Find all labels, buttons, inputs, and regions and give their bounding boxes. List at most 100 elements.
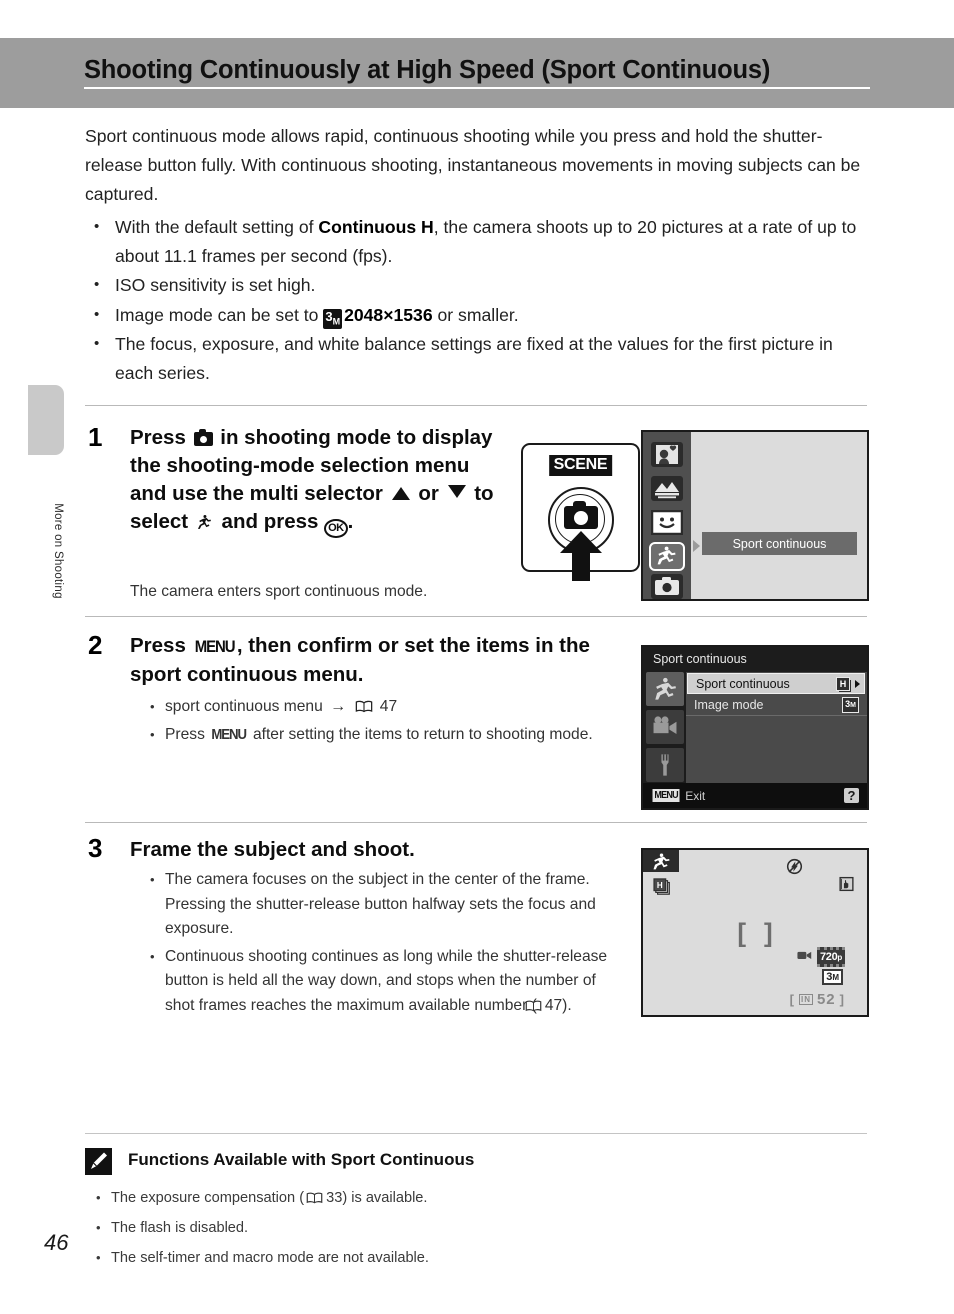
scene-label: SCENE — [548, 455, 613, 476]
book-reference-icon — [355, 697, 373, 713]
sport-tab-icon[interactable] — [646, 672, 684, 706]
step-2-b2-pre: Press — [165, 725, 205, 743]
step-2-b2-post: after setting the items to return to sho… — [252, 725, 593, 743]
menu-button-icon: MENU — [652, 789, 680, 802]
image-mode-3m-icon: 3M — [842, 696, 859, 713]
multi-selector-up-icon — [391, 487, 410, 500]
step-3-heading: Frame the subject and shoot. — [130, 838, 415, 861]
ok-button-icon: OK — [324, 519, 348, 538]
list-item: The camera focuses on the subject in the… — [146, 868, 620, 942]
step-1-heading: Press in shooting mode to display the sh… — [130, 424, 510, 538]
chevron-right-icon — [855, 679, 860, 688]
vibration-reduction-icon — [838, 876, 855, 897]
sport-continuous-icon — [643, 850, 679, 872]
list-item: sport continuous menu → 47 — [146, 695, 626, 720]
shooting-mode-selection-screen: Sport continuous — [641, 430, 869, 601]
list-item: Image mode can be set to 3M2048×1536 or … — [85, 301, 875, 330]
menu-row-sport-continuous[interactable]: Sport continuous H — [687, 673, 865, 694]
step-number-1: 1 — [88, 422, 103, 452]
bullet-text-bold: 2048×1536 — [344, 304, 433, 325]
bullet-text-pre: Image mode can be set to — [115, 304, 324, 325]
movie-tab-icon[interactable] — [646, 710, 684, 744]
mode-selection-caret-icon — [693, 540, 700, 552]
step-2-bullet-list: sport continuous menu → 47 Press MENU af… — [146, 695, 626, 750]
camera-icon — [193, 429, 213, 446]
menu-button-icon: MENU — [194, 637, 235, 656]
movie-resolution-suffix: p — [837, 953, 842, 962]
section-tab-label: More on Shooting — [52, 503, 64, 599]
list-item: The focus, exposure, and white balance s… — [85, 330, 875, 387]
step-2-text-a: Press — [130, 634, 186, 657]
intro-bullet-list: With the default setting of Continuous H… — [85, 213, 875, 388]
note-b1-pre: The exposure compensation ( — [111, 1190, 305, 1206]
note-bullet-list: The exposure compensation ( 33) is avail… — [92, 1186, 792, 1276]
arrow-up-icon — [558, 531, 604, 581]
menu-row-image-mode[interactable]: Image mode 3M — [686, 694, 867, 716]
menu-footer: MENU Exit ? — [643, 783, 867, 808]
list-item: The flash is disabled. — [92, 1216, 792, 1240]
bullet-text-post: or smaller. — [432, 304, 519, 325]
list-item: ISO sensitivity is set high. — [85, 271, 875, 300]
note-b3-pre: The self-timer and macro mode are not av… — [111, 1250, 429, 1266]
page-title: Shooting Continuously at High Speed (Spo… — [84, 56, 771, 84]
note-b1-ref: 33 — [326, 1190, 343, 1206]
step-3-b2-post: ). — [562, 996, 572, 1014]
menu-exit-label: Exit — [685, 788, 706, 803]
step-3-b2-ref: 47 — [544, 996, 563, 1014]
step-1-text-a: Press — [130, 426, 186, 449]
list-item: With the default setting of Continuous H… — [85, 213, 875, 270]
note-divider — [85, 1133, 867, 1134]
list-item: The self-timer and macro mode are not av… — [92, 1246, 792, 1270]
book-reference-icon — [306, 1188, 324, 1204]
svg-text:H: H — [657, 881, 663, 890]
menu-row-label: Image mode — [694, 697, 764, 712]
mode-tooltip-label: Sport continuous — [702, 532, 857, 555]
step-1-text-or: or — [418, 482, 439, 505]
image-mode-3m-icon: 3M — [323, 308, 343, 330]
bullet-text-bold: Continuous H — [318, 217, 434, 237]
help-button-icon[interactable]: ? — [844, 788, 859, 803]
menu-screen-title: Sport continuous — [653, 652, 747, 666]
movie-mode-indicator: 720p — [797, 947, 845, 967]
list-item: Press MENU after setting the items to re… — [146, 723, 626, 748]
mode-icon-rail — [643, 432, 691, 599]
night-landscape-mode-icon[interactable] — [651, 476, 683, 501]
focus-brackets-icon: [ ] — [737, 917, 772, 948]
step-1-subtext: The camera enters sport continuous mode. — [130, 583, 428, 600]
bullet-text-pre: With the default setting of — [115, 217, 319, 237]
continuous-h-icon: H — [653, 878, 673, 901]
step-divider — [85, 405, 867, 406]
arrow-right-icon: → — [330, 698, 347, 715]
shots-remaining-indicator: [ IN 52 ] — [789, 991, 845, 1008]
live-view-screen: H [ ] 720p 3M [ IN 52 ] — [641, 848, 869, 1017]
menu-row-label: Sport continuous — [696, 676, 790, 691]
menu-item-list: Sport continuous H Image mode 3M — [686, 672, 867, 783]
continuous-h-icon: H — [836, 676, 850, 691]
portrait-mode-icon[interactable] — [651, 442, 683, 467]
step-divider — [85, 616, 867, 617]
note-b1-post: ) is available. — [342, 1190, 428, 1206]
sport-continuous-mode-icon[interactable] — [649, 542, 685, 571]
section-tab-block — [28, 385, 64, 455]
shots-remaining-value: 52 — [816, 991, 836, 1008]
pencil-note-icon — [85, 1148, 112, 1175]
step-2-b1-text: sport continuous menu — [165, 698, 323, 715]
intro-paragraph: Sport continuous mode allows rapid, cont… — [85, 126, 861, 204]
step-number-2: 2 — [88, 630, 103, 660]
multi-selector-down-icon — [447, 485, 466, 498]
setup-tab-icon[interactable] — [646, 748, 684, 782]
sport-continuous-menu-screen: Sport continuous Sport continuous H Imag… — [641, 645, 869, 810]
bullet-text-pre: The focus, exposure, and white balance s… — [115, 334, 833, 383]
book-reference-icon — [525, 996, 543, 1011]
step-2-heading: Press MENU, then confirm or set the item… — [130, 632, 620, 689]
note-title: Functions Available with Sport Continuou… — [128, 1150, 475, 1169]
step-divider — [85, 822, 867, 823]
menu-tab-rail — [643, 672, 686, 783]
auto-mode-icon[interactable] — [651, 574, 683, 599]
step-1-text-end: . — [347, 510, 354, 533]
menu-button-icon: MENU — [211, 725, 248, 743]
smile-detect-mode-icon[interactable] — [650, 509, 684, 536]
image-mode-3m-icon: 3M — [822, 969, 843, 985]
step-number-3: 3 — [88, 833, 103, 863]
focus-bracket-left: [ — [737, 917, 746, 947]
